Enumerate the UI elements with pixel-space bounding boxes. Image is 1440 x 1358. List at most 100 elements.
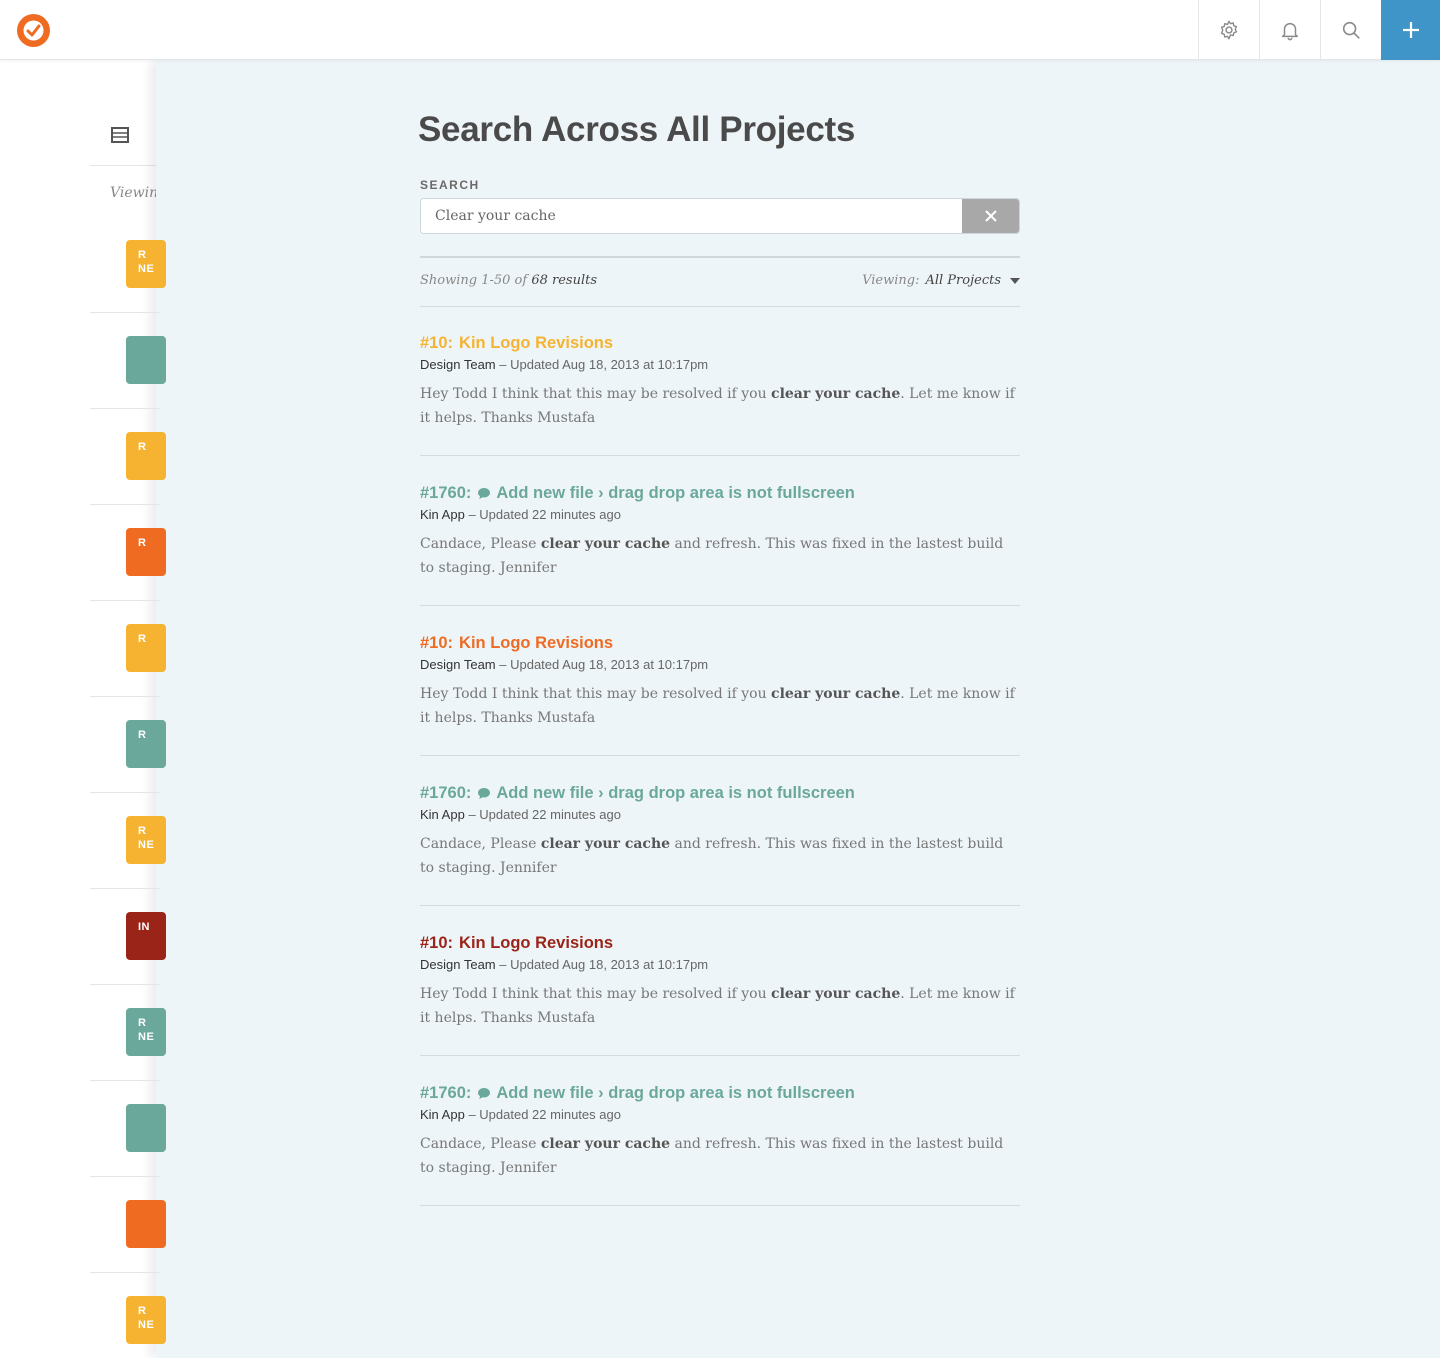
result-project[interactable]: Design Team — [420, 957, 496, 972]
divider — [420, 256, 1020, 258]
search-icon — [1342, 21, 1360, 39]
status-tag[interactable]: R NE — [126, 240, 166, 288]
clear-search-button[interactable] — [962, 199, 1019, 233]
snippet-text: Candace, Please — [420, 1136, 541, 1152]
chevron-down-icon — [1010, 277, 1020, 284]
close-icon — [984, 210, 997, 222]
result-title-link[interactable]: #10: Kin Logo Revisions — [420, 332, 1020, 354]
comment-icon — [478, 787, 491, 799]
list-view-icon[interactable] — [111, 127, 129, 143]
check-badge-icon[interactable] — [17, 14, 50, 47]
result-number: #1760: — [420, 1083, 472, 1102]
divider — [90, 1080, 160, 1081]
result-meta: Design Team – Updated Aug 18, 2013 at 10… — [420, 957, 1020, 972]
result-meta: Design Team – Updated Aug 18, 2013 at 10… — [420, 357, 1020, 372]
result-title-link[interactable]: #1760: Add new file › drag drop area is n… — [420, 482, 1020, 504]
divider — [90, 165, 160, 166]
result-title: Kin Logo Revisions — [459, 633, 614, 652]
result-title-link[interactable]: #10: Kin Logo Revisions — [420, 932, 1020, 954]
status-tag[interactable]: R NE — [126, 1008, 166, 1056]
status-tag[interactable]: R — [126, 432, 166, 480]
result-snippet: Hey Todd I think that this may be resolv… — [420, 982, 1020, 1030]
result-snippet: Hey Todd I think that this may be resolv… — [420, 682, 1020, 730]
snippet-highlight: clear your cache — [771, 686, 901, 702]
results-count: 68 results — [531, 273, 598, 288]
status-tag-label: R — [138, 825, 147, 837]
status-tag[interactable] — [126, 1104, 166, 1152]
result-project[interactable]: Kin App — [420, 1107, 465, 1122]
status-tag[interactable] — [126, 336, 166, 384]
divider — [90, 984, 160, 985]
snippet-highlight: clear your cache — [540, 836, 671, 852]
page-title: Search Across All Projects — [418, 110, 856, 149]
result-title-link[interactable]: #1760: Add new file › drag drop area is n… — [420, 782, 1020, 804]
status-tag-label: R — [138, 1017, 147, 1029]
status-tag[interactable]: IN — [126, 912, 166, 960]
divider — [90, 1272, 160, 1273]
result-updated: – Updated Aug 18, 2013 at 10:17pm — [495, 657, 709, 672]
top-bar — [0, 0, 1440, 60]
result-number: #1760: — [420, 783, 472, 802]
result-number: #10: — [420, 633, 454, 652]
result-title-link[interactable]: #1760: Add new file › drag drop area is n… — [420, 1082, 1020, 1104]
divider — [90, 312, 160, 313]
search-field — [420, 198, 1020, 234]
divider — [420, 605, 1020, 606]
divider — [90, 600, 160, 601]
divider — [90, 792, 160, 793]
search-result: #1760: Add new file › drag drop area is n… — [420, 1082, 1020, 1180]
result-title: Add new file › drag drop area is not ful… — [496, 483, 855, 502]
result-title: Kin Logo Revisions — [459, 933, 614, 952]
status-tag[interactable]: R — [126, 528, 166, 576]
divider — [420, 306, 1020, 307]
comment-icon — [478, 487, 491, 499]
settings-button[interactable] — [1198, 0, 1259, 60]
divider — [420, 905, 1020, 906]
result-number: #10: — [420, 333, 454, 352]
result-snippet: Candace, Please clear your cache and ref… — [420, 1132, 1020, 1180]
viewing-value: All Projects — [925, 273, 1001, 288]
viewing-filter[interactable]: Viewing: All Projects — [862, 273, 1020, 288]
add-button[interactable] — [1381, 0, 1440, 60]
plus-icon — [1402, 22, 1419, 38]
snippet-text: Candace, Please — [420, 836, 541, 852]
status-tag-label: R — [138, 249, 147, 261]
result-meta: Kin App – Updated 22 minutes ago — [420, 807, 1020, 822]
search-result: #1760: Add new file › drag drop area is n… — [420, 782, 1020, 880]
gear-icon — [1220, 20, 1238, 40]
result-project[interactable]: Kin App — [420, 507, 465, 522]
results-summary: Showing 1-50 of 68 results — [420, 273, 597, 288]
snippet-text: Hey Todd I think that this may be resolv… — [420, 986, 772, 1002]
status-tag-label: R — [138, 441, 147, 453]
result-project[interactable]: Kin App — [420, 807, 465, 822]
result-title-link[interactable]: #10: Kin Logo Revisions — [420, 632, 1020, 654]
search-input[interactable] — [421, 199, 964, 233]
result-project[interactable]: Design Team — [420, 657, 496, 672]
status-tag-label: NE — [138, 263, 155, 275]
result-snippet: Candace, Please clear your cache and ref… — [420, 532, 1020, 580]
result-updated: – Updated Aug 18, 2013 at 10:17pm — [495, 957, 709, 972]
status-tag[interactable]: R — [126, 720, 166, 768]
status-tag[interactable] — [126, 1200, 166, 1248]
result-updated: – Updated 22 minutes ago — [464, 807, 621, 822]
notifications-button[interactable] — [1259, 0, 1320, 60]
comment-icon — [478, 1087, 491, 1099]
status-tag[interactable]: R NE — [126, 1296, 166, 1344]
result-updated: – Updated 22 minutes ago — [464, 507, 621, 522]
snippet-text: Candace, Please — [420, 536, 541, 552]
result-snippet: Hey Todd I think that this may be resolv… — [420, 382, 1020, 430]
result-project[interactable]: Design Team — [420, 357, 496, 372]
status-tag-label: NE — [138, 1031, 155, 1043]
status-tag[interactable]: R NE — [126, 816, 166, 864]
divider — [420, 1205, 1020, 1206]
search-button[interactable] — [1320, 0, 1381, 60]
search-result: #10: Kin Logo Revisions Design Team – Upda… — [420, 932, 1020, 1030]
result-updated: – Updated Aug 18, 2013 at 10:17pm — [495, 357, 709, 372]
result-meta: Design Team – Updated Aug 18, 2013 at 10… — [420, 657, 1020, 672]
status-tag[interactable]: R — [126, 624, 166, 672]
divider — [420, 1055, 1020, 1056]
snippet-text: Hey Todd I think that this may be resolv… — [420, 386, 772, 402]
status-tag-label: IN — [138, 921, 150, 933]
divider — [90, 504, 160, 505]
status-tag-label: R — [138, 1305, 147, 1317]
